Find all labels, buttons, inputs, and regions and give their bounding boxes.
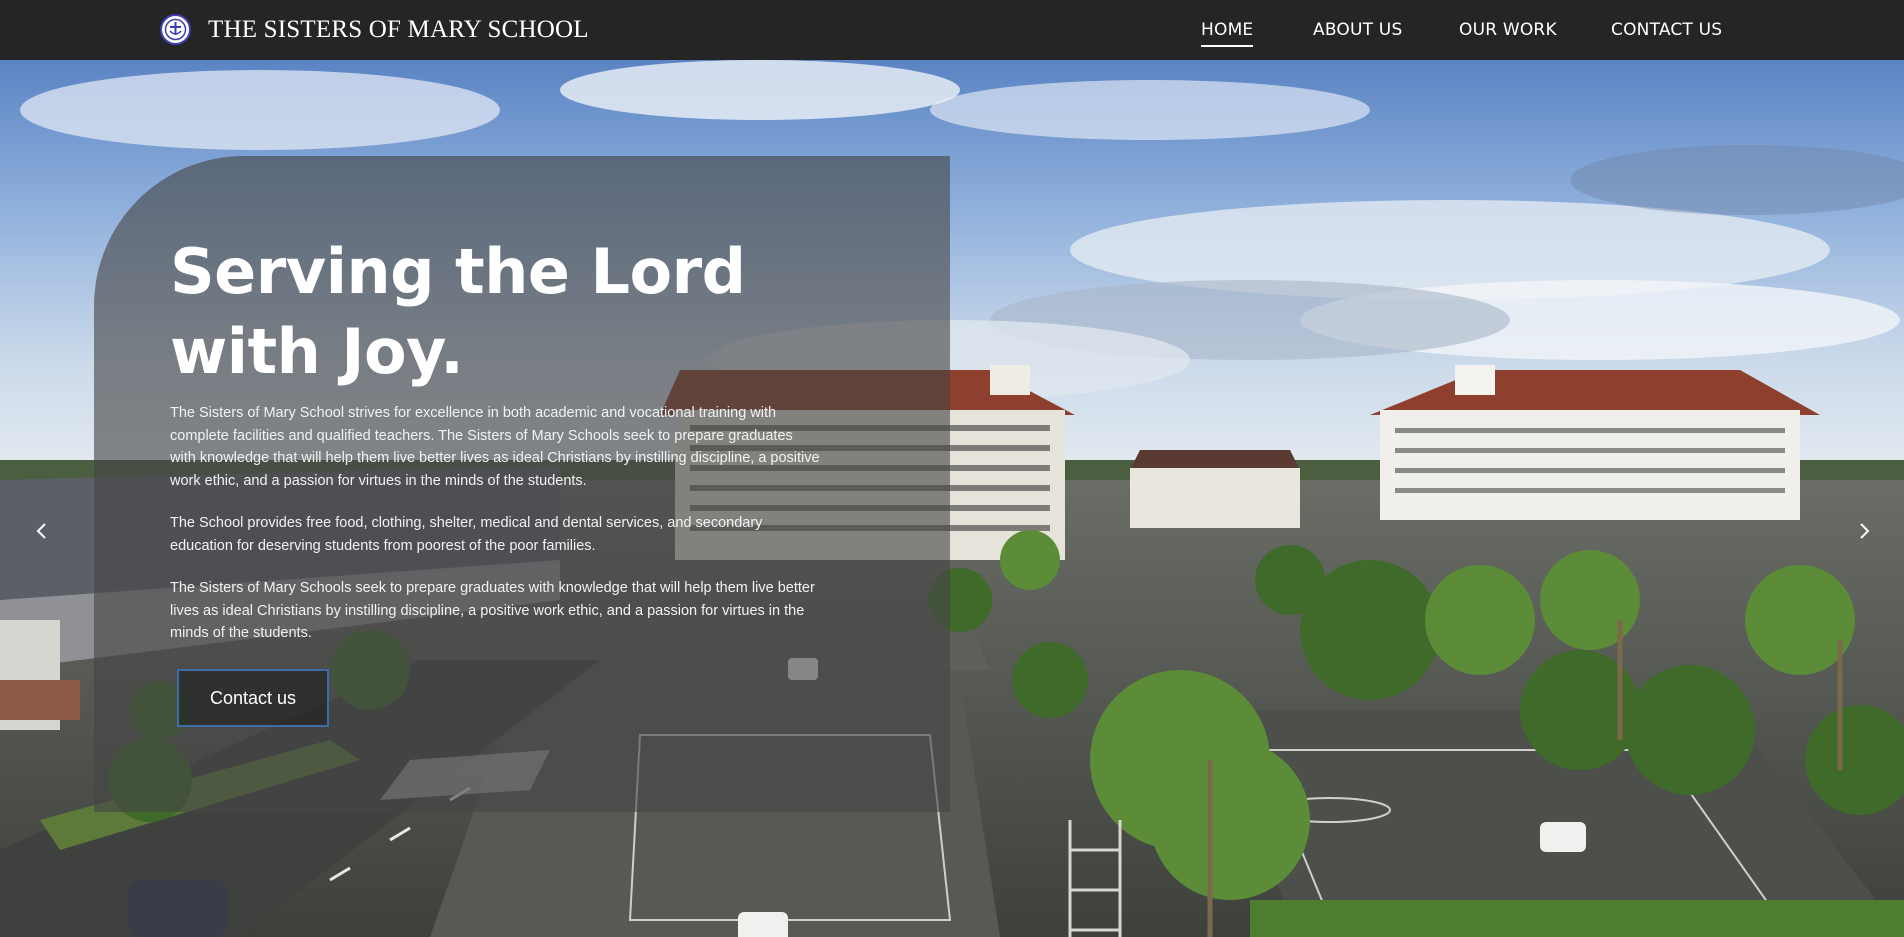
site-title[interactable]: THE SISTERS OF MARY SCHOOL bbox=[208, 16, 589, 44]
hero-headline-line2: with Joy. bbox=[170, 315, 464, 388]
school-crest-icon[interactable] bbox=[160, 14, 191, 45]
contact-us-button[interactable]: Contact us bbox=[177, 669, 329, 727]
hero-headline-line1: Serving the Lord bbox=[170, 235, 746, 308]
chevron-right-icon[interactable] bbox=[1852, 517, 1876, 545]
nav-contact-us[interactable]: CONTACT US bbox=[1611, 20, 1722, 40]
site-header: THE SISTERS OF MARY SCHOOL HOME ABOUT US… bbox=[0, 0, 1904, 60]
nav-about-us[interactable]: ABOUT US bbox=[1313, 20, 1402, 40]
hero-paragraph-3: The Sisters of Mary Schools seek to prep… bbox=[170, 580, 815, 641]
nav-our-work[interactable]: OUR WORK bbox=[1459, 20, 1557, 40]
hero-headline: Serving the Lord with Joy. bbox=[170, 232, 790, 392]
hero-paragraph-2: The School provides free food, clothing,… bbox=[170, 515, 763, 554]
nav-home[interactable]: HOME bbox=[1201, 20, 1254, 47]
hero-paragraph-1: The Sisters of Mary School strives for e… bbox=[170, 405, 820, 489]
chevron-left-icon[interactable] bbox=[30, 517, 54, 545]
hero-banner bbox=[0, 60, 1904, 937]
